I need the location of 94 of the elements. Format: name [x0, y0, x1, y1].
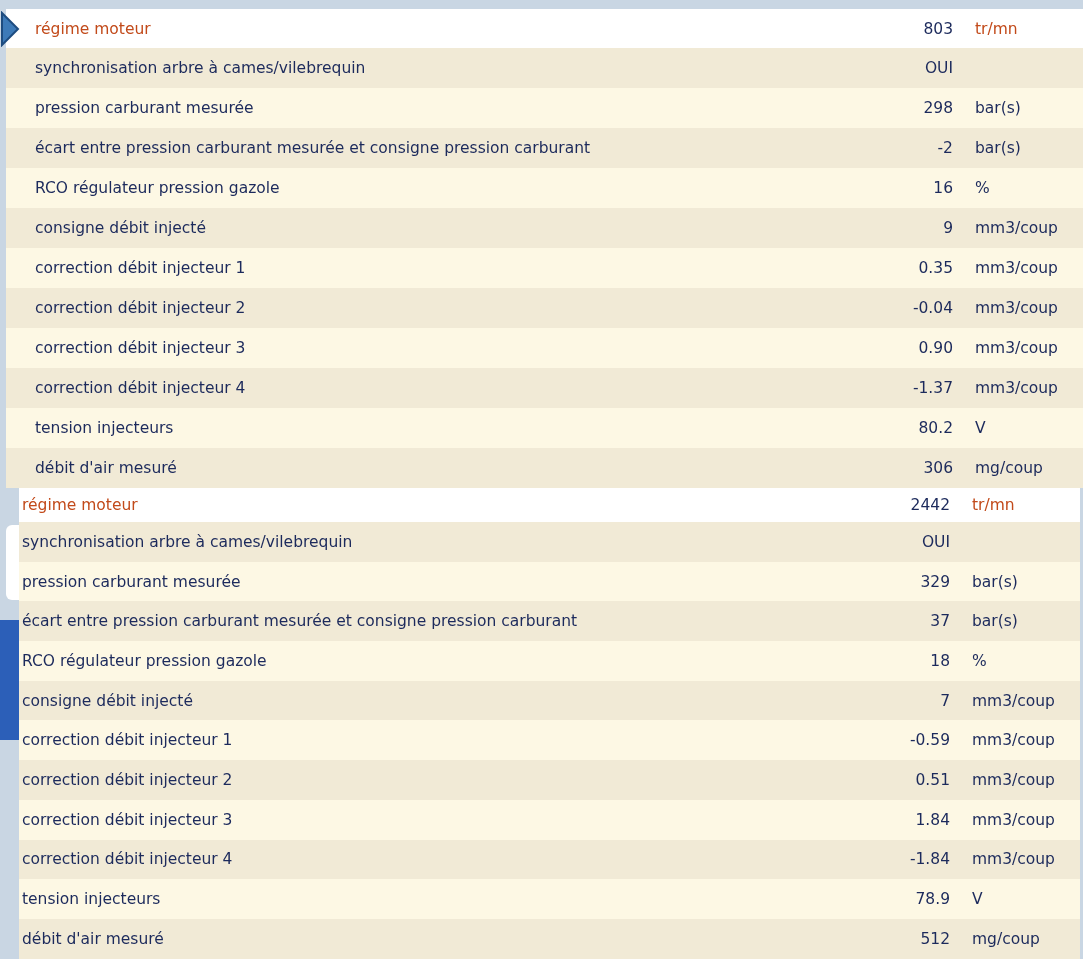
parameter-unit: bar(s) — [974, 99, 1022, 117]
parameter-unit: mm3/coup — [974, 379, 1059, 397]
parameter-value: 37 — [930, 612, 950, 631]
parameter-name: correction débit injecteur 3 — [21, 810, 234, 829]
table-row[interactable]: régime moteur 2442 tr/mn — [19, 488, 1080, 522]
table-row[interactable]: correction débit injecteur 4 -1.84 mm3/coup — [19, 839, 1080, 880]
parameter-unit: mm3/coup — [971, 850, 1056, 869]
parameter-value: 9 — [943, 219, 953, 237]
parameter-name: régime moteur — [34, 19, 152, 38]
parameter-unit: mm3/coup — [974, 299, 1059, 317]
table-row[interactable]: RCO régulateur pression gazole 18 % — [19, 641, 1080, 681]
parameter-unit: mm3/coup — [974, 219, 1059, 237]
table-row[interactable]: écart entre pression carburant mesurée et consigne pression carburant -2 bar(s) — [6, 128, 1083, 168]
parameter-name: correction débit injecteur 1 — [21, 731, 234, 750]
parameter-name: écart entre pression carburant mesurée et consigne pression carburant — [34, 139, 592, 157]
parameter-unit: tr/mn — [971, 496, 1016, 514]
parameter-name: correction débit injecteur 2 — [21, 770, 234, 789]
parameter-value: OUI — [921, 532, 950, 551]
parameter-value: 78.9 — [915, 890, 950, 909]
parameter-value: 0.35 — [918, 259, 953, 277]
parameter-name: tension injecteurs — [34, 419, 175, 437]
parameter-unit: mm3/coup — [971, 731, 1056, 750]
parameter-name: synchronisation arbre à cames/vilebrequin — [34, 59, 367, 77]
parameter-unit: mm3/coup — [971, 810, 1056, 829]
table-row[interactable]: tension injecteurs 78.9 V — [19, 879, 1080, 919]
parameter-unit: % — [974, 179, 991, 197]
parameter-unit: bar(s) — [971, 612, 1019, 631]
table-row[interactable]: correction débit injecteur 1 -0.59 mm3/coup — [19, 720, 1080, 761]
parameter-name: correction débit injecteur 2 — [34, 299, 247, 317]
parameter-value: 80.2 — [918, 419, 953, 437]
triangle-pointer-icon — [0, 11, 20, 47]
table-row[interactable]: pression carburant mesurée 329 bar(s) — [19, 561, 1080, 602]
table-row[interactable]: synchronisation arbre à cames/vilebrequin OUI — [6, 48, 1083, 88]
parameter-name: pression carburant mesurée — [21, 572, 242, 591]
parameter-name: correction débit injecteur 1 — [34, 259, 247, 277]
parameter-value: 329 — [920, 572, 950, 591]
parameter-unit: mg/coup — [971, 929, 1041, 948]
table-row[interactable]: consigne débit injecté 7 mm3/coup — [19, 680, 1080, 721]
parameter-value: 0.51 — [915, 770, 950, 789]
parameter-value: -1.84 — [909, 850, 950, 869]
parameter-unit: mm3/coup — [974, 339, 1059, 357]
parameter-unit: tr/mn — [974, 19, 1019, 38]
parameter-name: synchronisation arbre à cames/vilebrequin — [21, 532, 354, 551]
parameter-name: débit d'air mesuré — [21, 929, 165, 948]
parameter-unit: bar(s) — [971, 572, 1019, 591]
parameter-value: 16 — [933, 179, 953, 197]
parameter-name: correction débit injecteur 3 — [34, 339, 247, 357]
parameter-value: 306 — [923, 459, 953, 477]
parameter-value: -1.37 — [912, 379, 953, 397]
table-row[interactable]: débit d'air mesuré 512 mg/coup — [19, 918, 1080, 959]
table-row[interactable]: correction débit injecteur 1 0.35 mm3/coup — [6, 248, 1083, 288]
parameter-value: -0.59 — [909, 731, 950, 750]
table-row[interactable]: synchronisation arbre à cames/vilebrequin OUI — [19, 522, 1080, 562]
parameter-unit: mm3/coup — [971, 770, 1056, 789]
parameter-unit: mg/coup — [974, 459, 1044, 477]
table-row[interactable]: tension injecteurs 80.2 V — [6, 408, 1083, 448]
table-row[interactable]: correction débit injecteur 2 -0.04 mm3/coup — [6, 288, 1083, 328]
table-row[interactable]: correction débit injecteur 4 -1.37 mm3/coup — [6, 368, 1083, 408]
parameter-value: 1.84 — [915, 810, 950, 829]
parameter-name: correction débit injecteur 4 — [34, 379, 247, 397]
parameter-value: 0.90 — [918, 339, 953, 357]
table-row[interactable]: correction débit injecteur 2 0.51 mm3/coup — [19, 760, 1080, 800]
parameter-unit: mm3/coup — [971, 691, 1056, 710]
parameter-name: RCO régulateur pression gazole — [34, 179, 281, 197]
table-row[interactable]: consigne débit injecté 9 mm3/coup — [6, 208, 1083, 248]
parameter-value: -2 — [937, 139, 953, 157]
parameter-value: -0.04 — [912, 299, 953, 317]
parameter-unit: mm3/coup — [974, 259, 1059, 277]
table-row[interactable]: correction débit injecteur 3 1.84 mm3/coup — [19, 799, 1080, 840]
table-row[interactable]: débit d'air mesuré 306 mg/coup — [6, 448, 1083, 488]
parameter-name: tension injecteurs — [21, 890, 162, 909]
parameter-name: consigne débit injecté — [34, 219, 207, 237]
parameter-name: pression carburant mesurée — [34, 99, 255, 117]
parameter-name: régime moteur — [21, 496, 139, 514]
parameter-value: 7 — [940, 691, 950, 710]
parameter-value: 2442 — [910, 496, 950, 514]
parameter-unit: bar(s) — [974, 139, 1022, 157]
parameter-name: RCO régulateur pression gazole — [21, 651, 268, 670]
parameter-value: OUI — [924, 59, 953, 77]
parameter-name: débit d'air mesuré — [34, 459, 178, 477]
table-row[interactable]: pression carburant mesurée 298 bar(s) — [6, 88, 1083, 128]
table-row[interactable]: RCO régulateur pression gazole 16 % — [6, 168, 1083, 208]
parameter-unit: V — [971, 890, 984, 909]
parameter-unit: % — [971, 651, 988, 670]
parameter-unit: V — [974, 419, 987, 437]
parameter-name: écart entre pression carburant mesurée et consigne pression carburant — [21, 612, 579, 631]
parameter-name: consigne débit injecté — [21, 691, 194, 710]
table-row[interactable]: écart entre pression carburant mesurée et consigne pression carburant 37 bar(s) — [19, 601, 1080, 642]
parameter-value: 18 — [930, 651, 950, 670]
parameter-value: 512 — [920, 929, 950, 948]
parameter-name: correction débit injecteur 4 — [21, 850, 234, 869]
table-row[interactable]: correction débit injecteur 3 0.90 mm3/coup — [6, 328, 1083, 368]
parameter-value: 803 — [923, 19, 953, 38]
parameter-value: 298 — [923, 99, 953, 117]
